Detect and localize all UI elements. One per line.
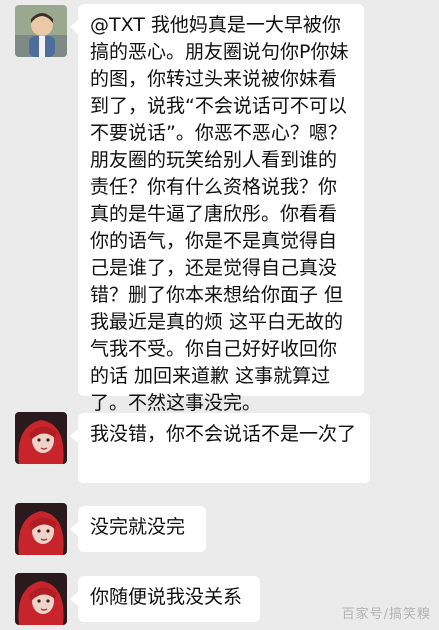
red-hair-girl-avatar[interactable] [15,412,67,464]
message-bubble: 你随便说我没关系 [70,576,260,622]
message-bubble: @TXT 我他妈真是一大早被你搞的恶心。朋友圈说句你P你妹的图，你转过头来说被你… [70,4,364,414]
child-photo-avatar[interactable] [15,5,67,57]
chat-area: @TXT 我他妈真是一大早被你搞的恶心。朋友圈说句你P你妹的图，你转过头来说被你… [0,0,439,630]
message-bubble: 没完就没完 [70,506,206,552]
message-bubble: 我没错，你不会说话不是一次了 [70,413,370,483]
watermark: 百家号/搞笑糗 [341,607,431,622]
red-hair-girl-avatar[interactable] [15,503,67,555]
red-hair-girl-avatar[interactable] [15,573,67,625]
